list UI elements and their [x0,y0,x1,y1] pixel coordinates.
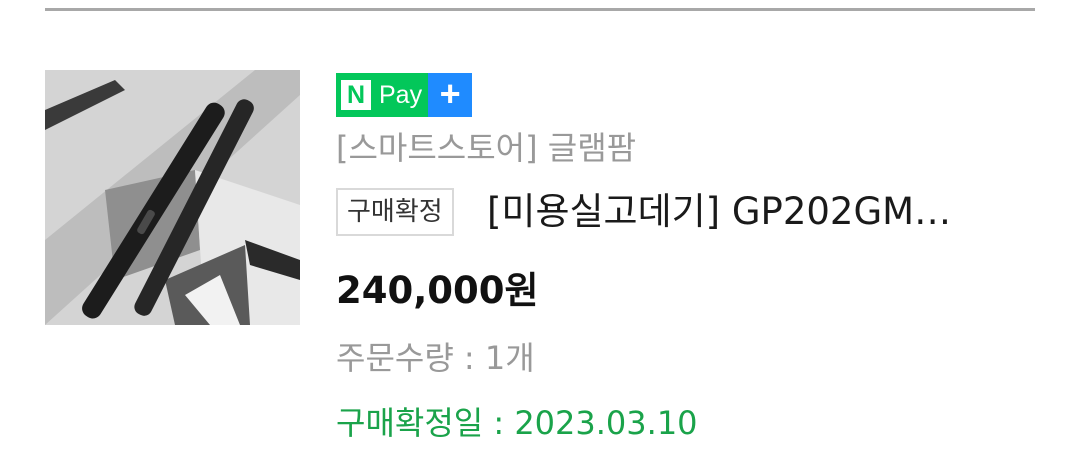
product-price: 240,000원 [336,269,539,312]
hair-straightener-image [45,70,300,325]
product-title[interactable]: [미용실고데기] GP202GM… [487,187,1035,237]
npay-label: N Pay [336,73,429,117]
order-item-card[interactable]: N Pay + [스마트스토어] 글램팜 구매확정 [미용실고데기] GP202… [45,70,1035,470]
purchase-confirm-date: 구매확정일 : 2023.03.10 [336,404,698,442]
plus-icon: + [428,73,473,117]
top-divider [45,8,1035,11]
pay-text: Pay [379,81,423,109]
purchase-confirmed-tag: 구매확정 [336,188,454,236]
store-name[interactable]: [스마트스토어] 글램팜 [336,128,636,168]
product-thumbnail[interactable] [45,70,300,325]
product-title-row: 구매확정 [미용실고데기] GP202GM… [336,187,1036,237]
order-quantity: 주문수량 : 1개 [336,339,535,377]
npay-plus-badge: N Pay + [336,73,473,117]
naver-n-icon: N [341,80,371,110]
